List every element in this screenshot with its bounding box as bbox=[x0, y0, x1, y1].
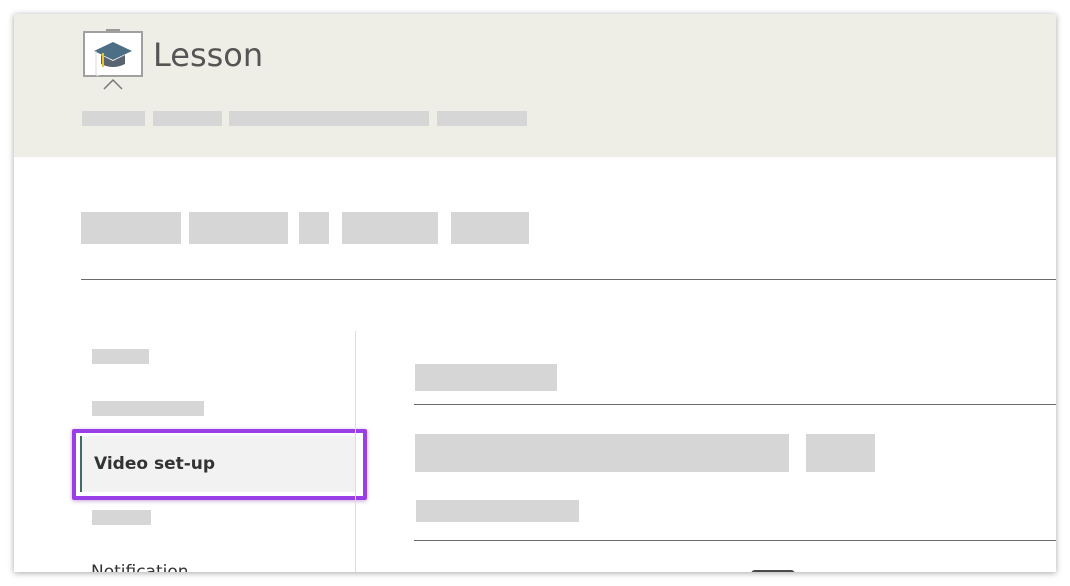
sidebar-item-video-setup[interactable]: Video set-up bbox=[80, 436, 356, 492]
section-heading bbox=[415, 364, 557, 391]
breadcrumb-item[interactable] bbox=[229, 111, 429, 126]
input-field[interactable] bbox=[415, 434, 789, 472]
tab[interactable] bbox=[81, 212, 181, 244]
breadcrumb-item[interactable] bbox=[437, 111, 527, 126]
lesson-presentation-icon bbox=[83, 29, 143, 90]
tab-divider bbox=[81, 279, 1056, 280]
page-header: Lesson bbox=[14, 14, 1056, 157]
tab[interactable] bbox=[299, 212, 329, 244]
field-button[interactable] bbox=[806, 434, 875, 472]
sidebar-item[interactable] bbox=[92, 510, 151, 525]
sidebar-divider bbox=[355, 331, 356, 572]
section-divider bbox=[414, 404, 1056, 405]
tab[interactable] bbox=[451, 212, 529, 244]
toggle-control[interactable] bbox=[751, 570, 795, 572]
section-divider bbox=[414, 540, 1056, 541]
sidebar-item-label: Video set-up bbox=[94, 454, 216, 474]
sidebar-item[interactable] bbox=[92, 401, 204, 416]
sidebar-item-notification[interactable]: Notification bbox=[91, 562, 189, 572]
page-title: Lesson bbox=[153, 36, 264, 74]
tab[interactable] bbox=[342, 212, 438, 244]
breadcrumb-item[interactable] bbox=[82, 111, 145, 126]
sidebar-item[interactable] bbox=[92, 349, 149, 364]
field-label bbox=[416, 500, 579, 522]
app-window: Lesson Video set-up Notification bbox=[14, 14, 1056, 572]
breadcrumb-item[interactable] bbox=[153, 111, 222, 126]
tab[interactable] bbox=[189, 212, 288, 244]
